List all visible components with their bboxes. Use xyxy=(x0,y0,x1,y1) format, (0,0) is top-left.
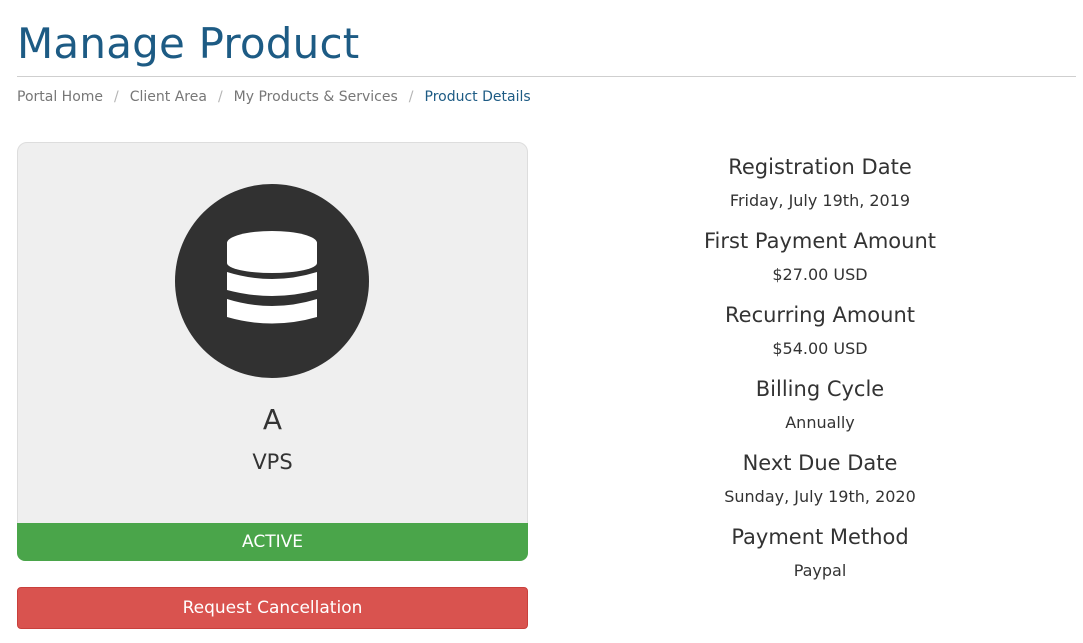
detail-label: Billing Cycle xyxy=(755,377,885,401)
detail-value: Sunday, July 19th, 2020 xyxy=(724,487,916,506)
product-details-list: Registration Date Friday, July 19th, 201… xyxy=(570,150,1070,594)
detail-value: Annually xyxy=(785,413,855,432)
detail-recurring-amount: Recurring Amount $54.00 USD xyxy=(570,298,1070,372)
detail-label: Payment Method xyxy=(731,525,909,549)
status-badge: ACTIVE xyxy=(17,523,528,561)
detail-payment-method: Payment Method Paypal xyxy=(570,520,1070,594)
product-icon-circle xyxy=(175,184,369,378)
request-cancellation-button[interactable]: Request Cancellation xyxy=(17,587,528,629)
breadcrumb-client-area[interactable]: Client Area xyxy=(130,89,207,105)
detail-value: $27.00 USD xyxy=(772,265,868,284)
detail-next-due-date: Next Due Date Sunday, July 19th, 2020 xyxy=(570,446,1070,520)
breadcrumb-my-products-services[interactable]: My Products & Services xyxy=(234,89,398,105)
breadcrumb: Portal Home / Client Area / My Products … xyxy=(17,86,531,108)
page-title: Manage Product xyxy=(17,19,360,68)
product-panel: A VPS xyxy=(17,142,528,524)
detail-label: Next Due Date xyxy=(742,451,898,475)
database-icon xyxy=(227,231,317,324)
product-name: A xyxy=(262,403,283,436)
detail-value: $54.00 USD xyxy=(772,339,868,358)
detail-label: Registration Date xyxy=(728,155,912,179)
detail-value: Paypal xyxy=(793,561,847,580)
detail-value: Friday, July 19th, 2019 xyxy=(729,191,911,210)
product-group: VPS xyxy=(252,450,293,474)
breadcrumb-separator: / xyxy=(408,89,414,105)
detail-first-payment-amount: First Payment Amount $27.00 USD xyxy=(570,224,1070,298)
detail-billing-cycle: Billing Cycle Annually xyxy=(570,372,1070,446)
title-divider xyxy=(17,76,1076,77)
detail-label: Recurring Amount xyxy=(725,303,915,327)
breadcrumb-separator: / xyxy=(217,89,223,105)
breadcrumb-product-details: Product Details xyxy=(424,89,531,105)
detail-label: First Payment Amount xyxy=(703,229,936,253)
breadcrumb-separator: / xyxy=(114,89,119,105)
breadcrumb-portal-home[interactable]: Portal Home xyxy=(17,89,103,105)
detail-registration-date: Registration Date Friday, July 19th, 201… xyxy=(570,150,1070,224)
